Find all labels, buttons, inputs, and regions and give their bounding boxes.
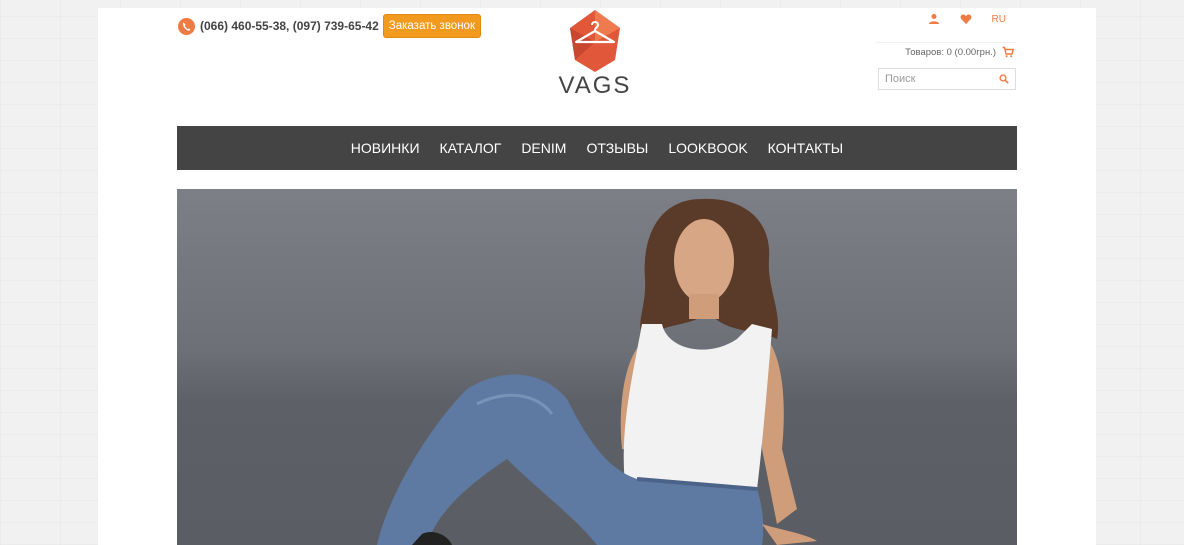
phone-icon — [178, 17, 195, 35]
cart-summary[interactable]: Товаров: 0 (0.00грн.) — [876, 42, 1016, 58]
site-header: (066) 460-55-38, (097) 739-65-42 Заказат… — [98, 8, 1096, 126]
nav-item-denim[interactable]: DENIM — [511, 140, 576, 156]
cart-icon — [1002, 46, 1014, 58]
hanger-logo-icon — [570, 10, 620, 72]
cart-text: Товаров: 0 (0.00грн.) — [905, 46, 996, 58]
language-switch[interactable]: RU — [992, 14, 1006, 25]
nav-item-contacts[interactable]: КОНТАКТЫ — [758, 140, 854, 156]
nav-item-new[interactable]: НОВИНКИ — [341, 140, 430, 156]
user-icon[interactable] — [928, 13, 940, 25]
hero-banner[interactable] — [177, 189, 1017, 545]
main-nav: НОВИНКИ КАТАЛОГ DENIM ОТЗЫВЫ LOOKBOOK КО… — [177, 126, 1017, 170]
phone-block: (066) 460-55-38, (097) 739-65-42 Заказат… — [178, 14, 481, 38]
search-box — [878, 68, 1016, 90]
search-input[interactable] — [885, 73, 985, 85]
site-logo[interactable]: VAGS — [554, 8, 636, 108]
hero-model-image — [377, 198, 817, 545]
search-icon[interactable] — [999, 74, 1009, 84]
header-icons: RU — [876, 12, 1016, 26]
heart-icon[interactable] — [960, 13, 972, 25]
nav-item-lookbook[interactable]: LOOKBOOK — [658, 140, 757, 156]
header-tools: RU Товаров: 0 (0.00грн.) — [876, 12, 1016, 90]
logo-text: VAGS — [558, 72, 632, 99]
callback-button[interactable]: Заказать звонок — [382, 14, 481, 38]
nav-item-reviews[interactable]: ОТЗЫВЫ — [576, 140, 658, 156]
nav-item-catalog[interactable]: КАТАЛОГ — [430, 140, 512, 156]
site-container: (066) 460-55-38, (097) 739-65-42 Заказат… — [98, 8, 1096, 545]
phone-numbers: (066) 460-55-38, (097) 739-65-42 — [200, 19, 379, 33]
